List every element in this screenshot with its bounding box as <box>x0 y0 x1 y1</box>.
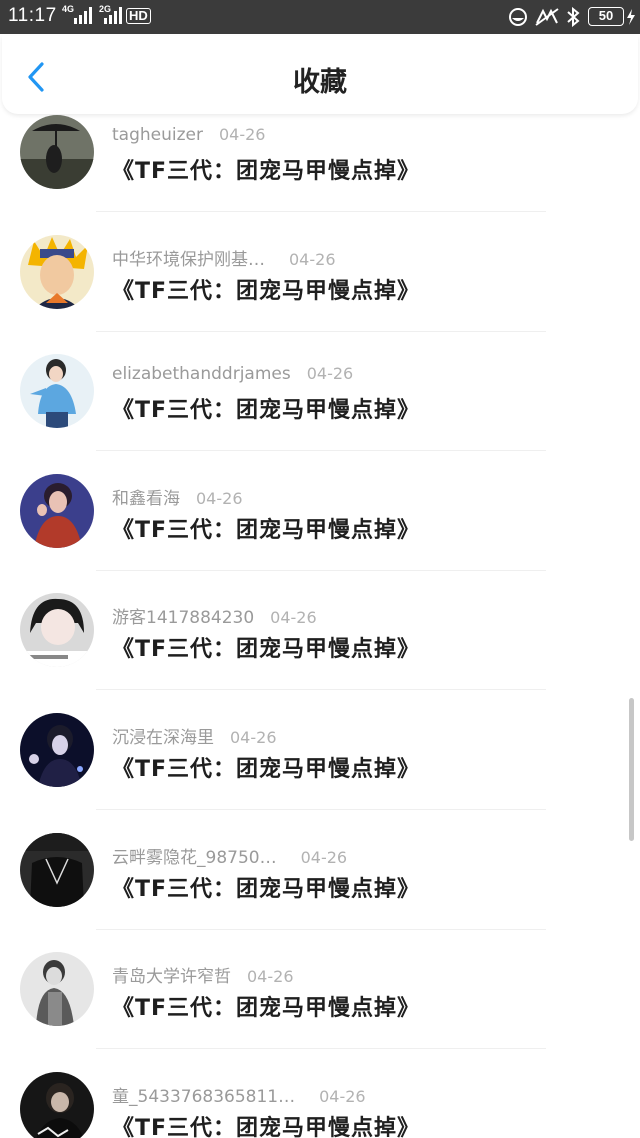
charging-icon <box>627 9 635 25</box>
username[interactable]: 游客1417884230 <box>112 608 254 628</box>
item-title[interactable]: 《TF三代：团宠马甲慢点掉》 <box>112 631 420 663</box>
item-meta: 童_5433768365811… 04-26 <box>112 1082 366 1107</box>
username[interactable]: tagheuizer <box>112 125 203 145</box>
divider <box>96 330 546 332</box>
item-meta: tagheuizer 04-26 <box>112 125 265 145</box>
avatar[interactable] <box>20 1071 94 1138</box>
divider <box>96 569 546 571</box>
list-item[interactable]: tagheuizer 04-26 《TF三代：团宠马甲慢点掉》 <box>0 115 640 235</box>
item-date: 04-26 <box>270 608 317 628</box>
eye-care-icon <box>509 8 527 26</box>
username[interactable]: 和鑫看海 <box>112 489 180 509</box>
battery-level: 50 <box>588 7 624 26</box>
item-meta: elizabethanddrjames 04-26 <box>112 364 353 384</box>
list-item[interactable]: 云畔雾隐花_98750… 04-26 《TF三代：团宠马甲慢点掉》 <box>0 832 640 953</box>
username[interactable]: 童_5433768365811… <box>112 1087 295 1107</box>
avatar[interactable] <box>20 952 94 1027</box>
avatar[interactable] <box>20 354 94 429</box>
item-date: 04-26 <box>230 728 277 747</box>
item-date: 04-26 <box>218 125 266 144</box>
mute-icon <box>535 8 559 26</box>
item-title[interactable]: 《TF三代：团宠马甲慢点掉》 <box>112 153 420 185</box>
scrollbar[interactable] <box>629 698 634 841</box>
signal-icon <box>104 6 122 24</box>
item-date: 04-26 <box>289 249 336 269</box>
divider <box>96 809 546 810</box>
app-header: 收藏 <box>2 36 638 114</box>
item-meta: 云畔雾隐花_98750… 04-26 <box>112 843 347 868</box>
item-date: 04-26 <box>247 967 294 987</box>
bluetooth-icon <box>567 7 580 27</box>
list-item[interactable]: 和鑫看海 04-26 《TF三代：团宠马甲慢点掉》 <box>0 473 640 594</box>
item-meta: 和鑫看海 04-26 <box>112 484 243 509</box>
list-item[interactable]: 青岛大学许窄哲 04-26 《TF三代：团宠马甲慢点掉》 <box>0 952 640 1072</box>
avatar[interactable] <box>20 832 94 907</box>
divider <box>96 928 546 930</box>
divider <box>96 689 546 691</box>
divider <box>96 1048 546 1050</box>
item-meta: 中华环境保护刚基… 04-26 <box>112 245 336 270</box>
item-title[interactable]: 《TF三代：团宠马甲慢点掉》 <box>112 871 420 903</box>
username[interactable]: 云畔雾隐花_98750… <box>112 848 277 868</box>
item-title[interactable]: 《TF三代：团宠马甲慢点掉》 <box>112 512 420 544</box>
username[interactable]: 中华环境保护刚基… <box>112 250 265 270</box>
item-date: 04-26 <box>196 488 243 508</box>
list-item[interactable]: elizabethanddrjames 04-26 《TF三代：团宠马甲慢点掉》 <box>0 354 640 474</box>
item-date: 04-26 <box>319 1086 366 1106</box>
hd-icon: HD <box>126 8 151 24</box>
status-bar: 11:17 4G 2G HD 50 <box>0 0 640 34</box>
avatar[interactable] <box>20 593 94 668</box>
username[interactable]: 青岛大学许窄哲 <box>112 967 231 987</box>
page-title: 收藏 <box>293 67 347 98</box>
network-type-1: 4G <box>62 4 75 14</box>
signal-icon <box>74 6 92 24</box>
item-meta: 游客1417884230 04-26 <box>112 603 317 628</box>
item-title[interactable]: 《TF三代：团宠马甲慢点掉》 <box>112 990 420 1022</box>
item-date: 04-26 <box>300 847 348 867</box>
list-item[interactable]: 沉浸在深海里 04-26 《TF三代：团宠马甲慢点掉》 <box>0 713 640 833</box>
list-item[interactable]: 童_5433768365811… 04-26 《TF三代：团宠马甲慢点掉》 <box>0 1071 640 1138</box>
divider <box>96 211 546 212</box>
item-title[interactable]: 《TF三代：团宠马甲慢点掉》 <box>112 1110 420 1138</box>
avatar[interactable] <box>20 473 94 548</box>
list-item[interactable]: 中华环境保护刚基… 04-26 《TF三代：团宠马甲慢点掉》 <box>0 234 640 355</box>
item-meta: 青岛大学许窄哲 04-26 <box>112 962 294 987</box>
item-title[interactable]: 《TF三代：团宠马甲慢点掉》 <box>112 392 420 424</box>
item-date: 04-26 <box>306 364 354 384</box>
username[interactable]: 沉浸在深海里 <box>112 728 214 748</box>
avatar[interactable] <box>20 234 94 309</box>
item-meta: 沉浸在深海里 04-26 <box>112 723 277 748</box>
divider <box>96 450 546 452</box>
list-item[interactable]: 游客1417884230 04-26 《TF三代：团宠马甲慢点掉》 <box>0 593 640 713</box>
avatar[interactable] <box>20 115 94 189</box>
item-title[interactable]: 《TF三代：团宠马甲慢点掉》 <box>112 751 420 783</box>
item-title[interactable]: 《TF三代：团宠马甲慢点掉》 <box>112 273 420 305</box>
status-time: 11:17 <box>8 5 57 26</box>
username[interactable]: elizabethanddrjames <box>112 364 291 384</box>
avatar[interactable] <box>20 713 94 787</box>
